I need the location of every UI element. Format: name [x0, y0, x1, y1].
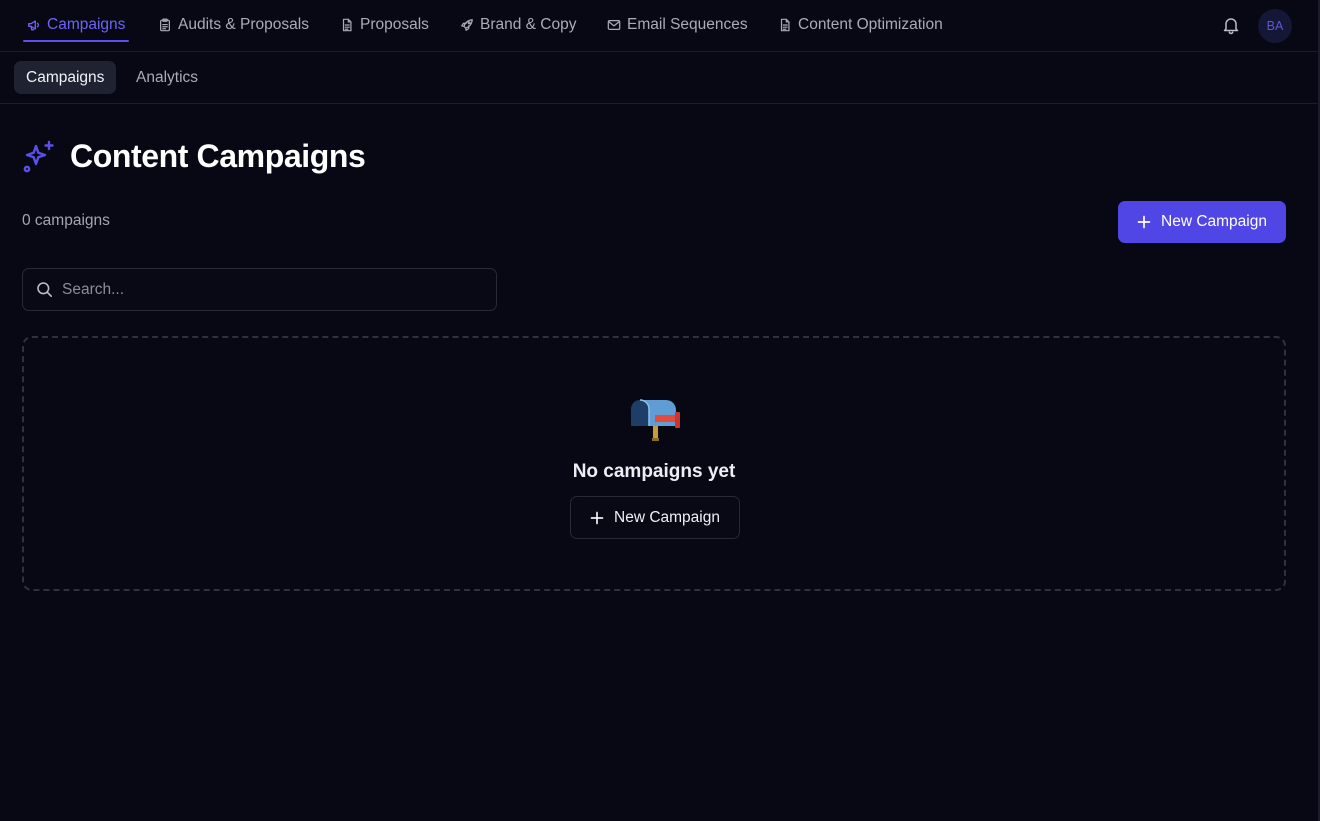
nav-label: Email Sequences	[627, 16, 748, 33]
nav-proposals[interactable]: Proposals	[340, 0, 429, 50]
search-box	[22, 268, 497, 311]
campaign-count: 0 campaigns	[22, 212, 110, 229]
button-label: New Campaign	[614, 508, 720, 526]
megaphone-icon	[28, 20, 40, 31]
nav-audits-proposals[interactable]: Audits & Proposals	[158, 0, 309, 50]
app-page: Campaigns Audits & Proposals Proposals B…	[0, 0, 1320, 821]
mail-icon	[607, 20, 621, 30]
mailbox-icon	[631, 399, 680, 441]
page-header: Content Campaigns	[22, 138, 366, 175]
empty-new-campaign-button[interactable]: New Campaign	[570, 496, 740, 539]
subtab-analytics[interactable]: Analytics	[124, 61, 210, 94]
clipboard-icon	[160, 18, 170, 32]
nav-label: Proposals	[360, 16, 429, 33]
page-title: Content Campaigns	[70, 138, 366, 174]
bell-icon[interactable]	[1221, 15, 1241, 35]
subtab-campaigns[interactable]: Campaigns	[14, 61, 117, 94]
nav-content-optimization[interactable]: Content Optimization	[778, 0, 943, 50]
nav-email-sequences[interactable]: Email Sequences	[607, 0, 748, 50]
search-icon	[37, 282, 52, 297]
nav-brand-copy[interactable]: Brand & Copy	[460, 0, 577, 50]
avatar[interactable]: BA	[1258, 9, 1292, 43]
plus-icon	[1137, 215, 1151, 229]
empty-state-title: No campaigns yet	[572, 461, 736, 482]
avatar-initials: BA	[1266, 19, 1284, 33]
sub-navigation: Campaigns Analytics	[0, 52, 1320, 104]
sparkles-icon	[23, 140, 54, 172]
subtab-label: Analytics	[136, 68, 199, 86]
document-icon	[342, 18, 352, 32]
document-icon	[780, 18, 790, 32]
button-label: New Campaign	[1161, 213, 1267, 230]
nav-label: Campaigns	[47, 16, 126, 33]
nav-campaigns[interactable]: Campaigns	[22, 0, 130, 50]
search-input[interactable]	[62, 280, 482, 299]
top-navigation: Campaigns Audits & Proposals Proposals B…	[0, 0, 1320, 52]
rocket-icon	[461, 19, 473, 31]
nav-label: Audits & Proposals	[178, 16, 309, 33]
plus-icon	[590, 511, 604, 524]
nav-label: Brand & Copy	[480, 16, 577, 33]
nav-label: Content Optimization	[798, 16, 943, 33]
empty-state: No campaigns yet New Campaign	[22, 336, 1286, 591]
subtab-label: Campaigns	[26, 68, 105, 86]
new-campaign-button[interactable]: New Campaign	[1118, 201, 1286, 243]
